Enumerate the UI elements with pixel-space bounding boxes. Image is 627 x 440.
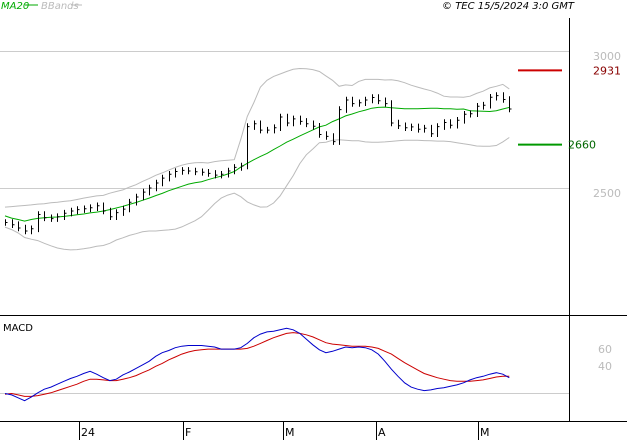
price-bar: [483, 101, 486, 110]
date-tick-label: 24: [81, 426, 95, 439]
price-axis-tick-label: 3000: [593, 50, 621, 63]
price-bar: [97, 202, 100, 211]
price-bar: [287, 113, 290, 127]
price-bar: [359, 99, 362, 107]
ma20-line: [4, 106, 510, 222]
price-bar: [31, 225, 34, 235]
price-bar: [378, 94, 381, 105]
date-tick-label: A: [378, 426, 386, 439]
price-bar: [333, 133, 336, 145]
price-bar: [182, 167, 185, 175]
price-bar: [509, 96, 512, 113]
price-bar: [470, 110, 473, 118]
price-panel: 3000 2500 2931 2660: [0, 18, 627, 316]
price-bar: [431, 124, 434, 137]
price-bar: [57, 213, 60, 222]
price-bar: [398, 119, 401, 129]
price-bar: [411, 123, 414, 131]
copyright-text: © TEC 15/5/2024 3:0 GMT: [442, 1, 575, 12]
price-bar: [339, 106, 342, 145]
macd-axis-tick-label: 40: [598, 360, 612, 373]
price-bar: [64, 209, 67, 220]
price-bar: [280, 113, 283, 131]
price-bar: [300, 115, 303, 125]
price-bar: [313, 120, 316, 130]
price-bar: [391, 100, 394, 127]
price-bar: [221, 171, 224, 179]
legend-ma-label: MA20: [1, 1, 29, 12]
price-bar: [241, 162, 244, 171]
price-bar: [234, 164, 237, 175]
price-bar: [496, 92, 499, 101]
support-label: 2660: [568, 139, 596, 152]
price-bar: [424, 124, 427, 133]
bband-upper-line: [4, 67, 510, 208]
price-bar: [136, 193, 139, 206]
macd-signal-line: [4, 332, 510, 397]
price-bar: [346, 96, 349, 113]
chart-legend: MA20 BBands: [1, 1, 82, 12]
price-bar: [123, 205, 126, 216]
price-bar: [444, 119, 447, 130]
price-bar: [306, 118, 309, 128]
price-bar: [365, 96, 368, 106]
price-bar: [437, 123, 440, 137]
price-bar: [51, 214, 54, 222]
price-bar: [44, 211, 47, 222]
price-bar: [260, 120, 263, 134]
price-bar: [195, 167, 198, 176]
price-bar: [208, 169, 211, 177]
price-bar: [38, 211, 41, 233]
price-bar: [18, 221, 21, 232]
macd-panel: MACD 60 40: [0, 316, 612, 421]
price-bar: [84, 205, 87, 213]
price-bar: [326, 131, 329, 140]
price-bar: [143, 188, 146, 201]
price-bar: [464, 111, 467, 124]
price-bar: [169, 171, 172, 182]
date-tick-label: F: [185, 426, 191, 439]
date-tick-label: M: [285, 426, 295, 439]
price-bar: [12, 219, 15, 228]
price-bar: [385, 97, 388, 107]
price-bars: [5, 92, 512, 235]
macd-line: [4, 327, 510, 402]
price-bar: [293, 115, 296, 127]
price-bar: [90, 204, 93, 213]
legend-bb-label: BBands: [41, 1, 79, 12]
price-bar: [457, 117, 460, 129]
price-bar: [162, 174, 165, 187]
date-tick-label: M: [480, 426, 490, 439]
price-bar: [116, 209, 119, 220]
price-bar: [188, 167, 191, 175]
price-bar: [319, 123, 322, 138]
price-bar: [103, 202, 106, 215]
price-bar: [372, 94, 375, 104]
price-bar: [450, 119, 453, 129]
price-bar: [254, 120, 257, 130]
price-axis-tick-label: 2500: [593, 187, 621, 200]
price-bar: [274, 124, 277, 134]
price-bar: [490, 94, 493, 109]
price-bar: [405, 122, 408, 131]
macd-axis-tick-label: 60: [598, 343, 612, 356]
price-bar: [503, 92, 506, 103]
price-bar: [418, 123, 421, 133]
bband-lower-line: [4, 137, 510, 251]
price-bar: [477, 103, 480, 117]
date-axis: 24 F M A M: [0, 421, 627, 440]
price-bar: [149, 184, 152, 196]
macd-title: MACD: [3, 323, 33, 334]
price-bar: [267, 126, 270, 134]
price-bar: [202, 168, 205, 176]
price-bar: [352, 96, 355, 107]
price-bar: [25, 224, 28, 235]
price-bar: [156, 179, 159, 192]
stock-chart: MA20 BBands © TEC 15/5/2024 3:0 GMT 3000…: [0, 1, 627, 440]
price-bar: [5, 219, 8, 226]
resistance-label: 2931: [593, 64, 621, 77]
price-bar: [77, 206, 80, 215]
price-bar: [129, 198, 132, 213]
price-bar: [175, 168, 178, 178]
